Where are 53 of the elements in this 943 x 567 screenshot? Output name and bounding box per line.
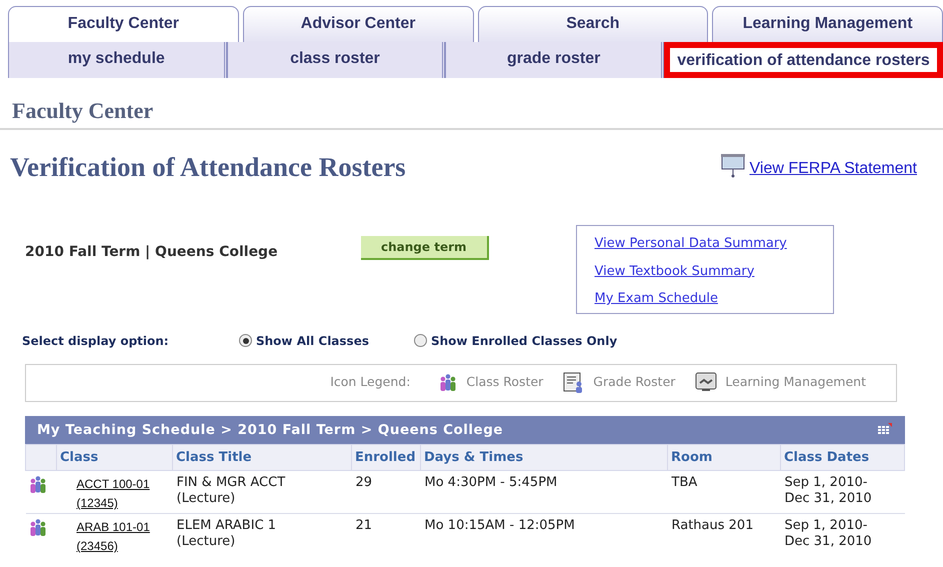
class-number: (12345) bbox=[76, 496, 118, 510]
sub-tab[interactable]: my schedule bbox=[8, 42, 227, 78]
term-label: 2010 Fall Term | Queens College bbox=[25, 243, 279, 262]
start-date: Sep 1, 2010- bbox=[784, 518, 868, 534]
column-header[interactable]: Room bbox=[668, 444, 780, 471]
column-header[interactable]: Class Dates bbox=[780, 444, 904, 471]
nav-tab[interactable]: Search bbox=[478, 6, 708, 42]
people-icon[interactable] bbox=[28, 475, 48, 496]
radio-option[interactable]: Show Enrolled Classes Only bbox=[414, 332, 618, 350]
class-component: (Lecture) bbox=[176, 491, 236, 508]
radio-option[interactable]: Show All Classes bbox=[239, 332, 369, 350]
legend-item-label: Grade Roster bbox=[593, 373, 676, 392]
nav-tab[interactable]: Faculty Center bbox=[8, 6, 239, 42]
class-number: (23456) bbox=[76, 539, 118, 554]
legend-label: Icon Legend: bbox=[330, 373, 410, 392]
class-title: FIN & MGR ACCT bbox=[176, 475, 286, 492]
link[interactable]: View Personal Data Summary bbox=[594, 234, 787, 254]
end-date: Dec 31, 2010 bbox=[784, 491, 873, 508]
class-component: (Lecture) bbox=[176, 534, 236, 550]
nav-tab[interactable]: Advisor Center bbox=[242, 6, 474, 42]
legend-item-label: Learning Management bbox=[725, 373, 866, 392]
end-date: Dec 31, 2010 bbox=[784, 534, 873, 550]
column-header[interactable]: Days & Times bbox=[420, 444, 668, 471]
people-icon bbox=[438, 372, 458, 392]
column-header[interactable]: Enrolled bbox=[352, 444, 420, 471]
enrolled-count: 21 bbox=[352, 514, 420, 556]
class-link[interactable]: ACCT 100-01 bbox=[76, 477, 150, 492]
enrolled-count: 29 bbox=[352, 470, 420, 514]
section-title: Faculty Center bbox=[0, 78, 943, 130]
grid-icon[interactable] bbox=[877, 422, 893, 437]
link[interactable]: View Textbook Summary bbox=[594, 262, 754, 281]
days-times: Mo 4:30PM - 5:45PM bbox=[420, 470, 668, 514]
sub-tab[interactable]: verification of attendance rosters bbox=[664, 42, 943, 78]
schedule-title: My Teaching Schedule > 2010 Fall Term > Queens College bbox=[37, 420, 504, 440]
display-option-label: Select display option: bbox=[22, 332, 170, 350]
class-link[interactable]: ARAB 101-01 bbox=[76, 520, 150, 534]
ferpa-link[interactable]: View FERPA Statement bbox=[750, 160, 917, 178]
column-header[interactable]: Class bbox=[56, 444, 172, 471]
page-title: Verification of Attendance Rosters bbox=[10, 152, 406, 183]
sub-tab[interactable]: grade roster bbox=[445, 42, 664, 78]
nav-tab[interactable]: Learning Management bbox=[712, 6, 943, 42]
column-header[interactable]: Class Title bbox=[172, 444, 352, 471]
room: Rathaus 201 bbox=[668, 514, 780, 556]
link[interactable]: My Exam Schedule bbox=[594, 289, 718, 308]
class-title: ELEM ARABIC 1 bbox=[176, 518, 278, 534]
room: TBA bbox=[668, 470, 780, 514]
legend-item-label: Class Roster bbox=[466, 373, 544, 392]
people-icon[interactable] bbox=[28, 518, 48, 538]
sub-tab[interactable]: class roster bbox=[226, 42, 446, 78]
change-term-button[interactable]: change term bbox=[361, 236, 488, 260]
days-times: Mo 10:15AM - 12:05PM bbox=[420, 514, 668, 556]
start-date: Sep 1, 2010- bbox=[784, 475, 868, 492]
projector-screen-icon bbox=[720, 152, 746, 178]
